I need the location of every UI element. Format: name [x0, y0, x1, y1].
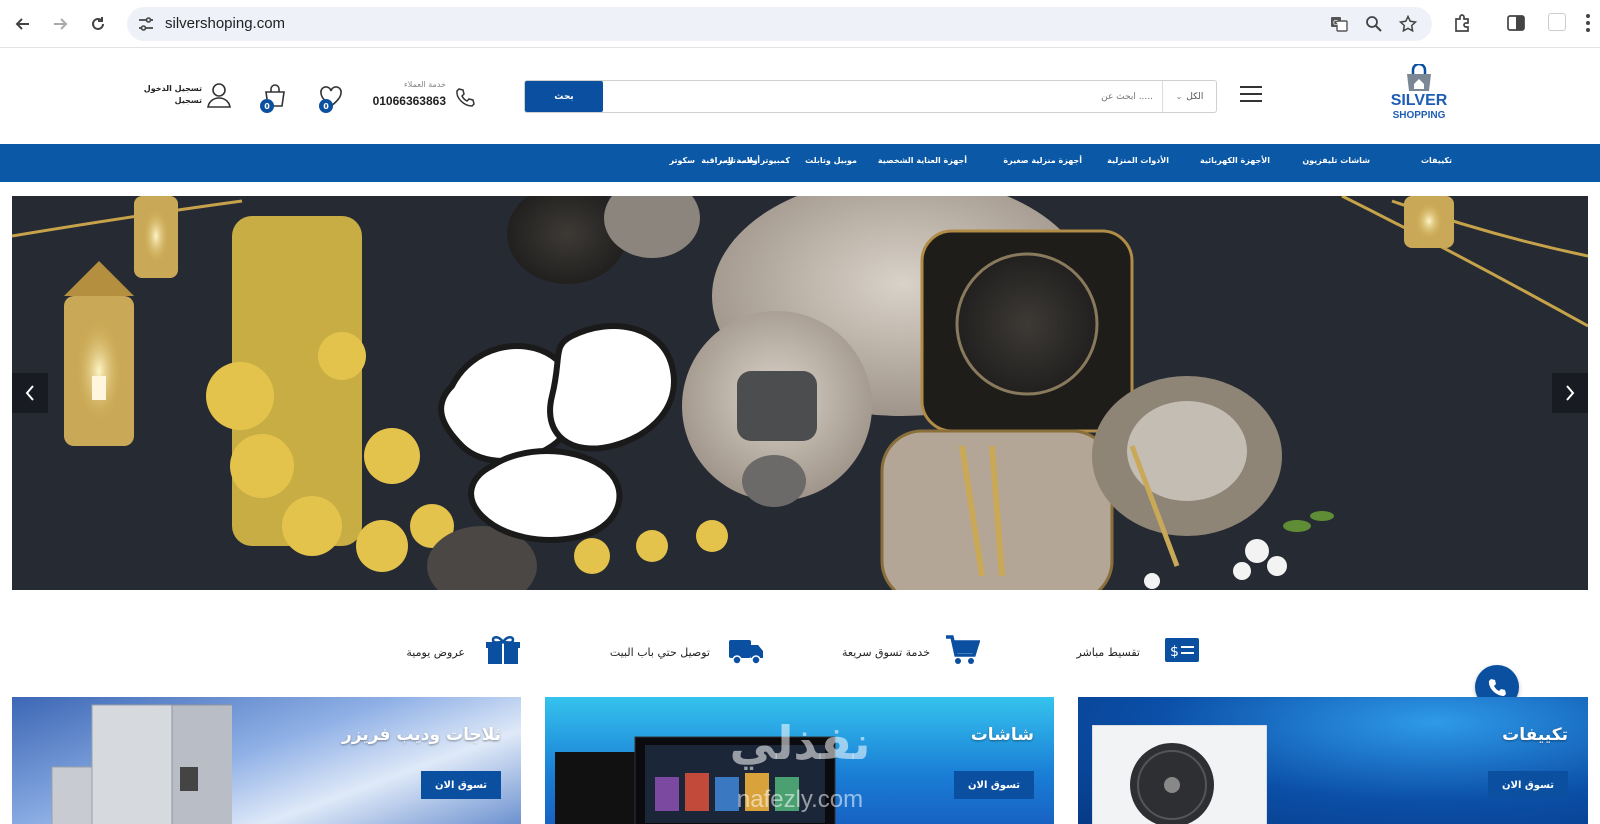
- category-link[interactable]: تكييفات: [1421, 156, 1452, 165]
- search-button[interactable]: بحث: [525, 81, 603, 112]
- hero-slider[interactable]: [12, 196, 1588, 590]
- feature-installments: تقسيط مباشر $: [1076, 630, 1200, 676]
- shopping-bag-logo-icon: [1407, 64, 1431, 91]
- search-input[interactable]: [603, 81, 1163, 112]
- customer-service-phone[interactable]: 01066363863: [373, 94, 446, 108]
- chevron-left-icon: [25, 385, 34, 401]
- site-logo[interactable]: SILVER SHOPPING: [1388, 64, 1450, 128]
- phone-icon: [1488, 679, 1506, 696]
- menu-hamburger-icon[interactable]: [1240, 86, 1262, 104]
- slider-prev-button[interactable]: [12, 373, 48, 413]
- lantern-right: [1404, 196, 1454, 248]
- television-image: [555, 736, 836, 824]
- login-link[interactable]: تسجيل الدخول: [144, 83, 202, 95]
- banner-tvs[interactable]: شاشات تسوق الان: [545, 697, 1054, 824]
- user-icon[interactable]: [206, 81, 232, 109]
- account-links: تسجيل الدخول تسجيل: [140, 81, 236, 111]
- bookmark-star-icon[interactable]: [1399, 15, 1417, 33]
- banner-refrigerators[interactable]: ثلاجات وديب فريزر تسوق الان: [12, 697, 521, 824]
- profile-avatar-icon[interactable]: [1548, 13, 1566, 31]
- back-icon[interactable]: [9, 10, 37, 38]
- search-category-select[interactable]: ⌄ الكل: [1162, 81, 1216, 112]
- category-link[interactable]: شاشات تليفزيون: [1302, 156, 1370, 165]
- address-bar[interactable]: silvershoping.com G: [127, 7, 1432, 41]
- browser-toolbar: silvershoping.com G: [0, 0, 1600, 48]
- banner-title: شاشات: [970, 725, 1034, 745]
- svg-text:G: G: [1333, 19, 1338, 27]
- zoom-icon[interactable]: [1365, 15, 1383, 33]
- category-link[interactable]: سكوتر: [669, 156, 695, 165]
- extensions-icon[interactable]: [1452, 12, 1474, 34]
- forward-icon[interactable]: [46, 10, 74, 38]
- feature-home-delivery: توصيل حتي باب البيت: [600, 630, 770, 676]
- banner-title: ثلاجات وديب فريزر: [342, 725, 501, 745]
- category-link[interactable]: الأجهزة الكهربائية: [1200, 156, 1270, 165]
- lantern-top: [134, 196, 178, 278]
- search-category-value: الكل: [1186, 91, 1204, 102]
- shopping-cart-icon: [946, 635, 980, 664]
- phone-icon: [456, 88, 475, 107]
- category-nav: تكييفات شاشات تليفزيون الأجهزة الكهربائي…: [0, 144, 1600, 182]
- delivery-truck-icon: [729, 640, 763, 665]
- site-settings-icon[interactable]: [137, 15, 155, 33]
- browser-menu-icon[interactable]: [1585, 12, 1591, 34]
- category-link[interactable]: أجهزة العناية الشخصية: [878, 156, 967, 165]
- shop-now-button[interactable]: تسوق الان: [420, 771, 501, 799]
- url-text[interactable]: silvershoping.com: [165, 15, 285, 32]
- category-link[interactable]: أنظمة المراقبة: [701, 156, 760, 165]
- cart-count-badge: 0: [260, 99, 274, 113]
- features-row: تقسيط مباشر $ خدمة تسوق سريعة توصيل حتي …: [0, 630, 1600, 676]
- side-panel-icon[interactable]: [1505, 12, 1527, 34]
- feature-fast-shopping: خدمة تسوق سريعة: [840, 630, 990, 676]
- banner-air-conditioners[interactable]: تكييفات تسوق الان: [1078, 697, 1588, 824]
- gift-icon: [486, 636, 520, 664]
- chevron-down-icon: ⌄: [1175, 92, 1183, 101]
- slider-next-button[interactable]: [1552, 373, 1588, 413]
- ramadan-banner-image: [12, 196, 1588, 590]
- shop-now-button[interactable]: تسوق الان: [1487, 771, 1568, 799]
- register-link[interactable]: تسجيل: [144, 95, 202, 107]
- category-link[interactable]: الأدوات المنزلية: [1107, 156, 1169, 165]
- wishlist-count-badge: 0: [319, 99, 333, 113]
- feature-daily-offers: عروض يومية: [395, 630, 525, 676]
- category-link[interactable]: أجهزة منزلية صغيرة: [1003, 156, 1082, 165]
- translate-icon[interactable]: G: [1330, 15, 1348, 33]
- banner-title: تكييفات: [1502, 725, 1568, 745]
- air-conditioner-image: [1092, 725, 1267, 824]
- site-header: SILVER SHOPPING بحث ⌄ الكل خدمة العملاء …: [0, 48, 1600, 144]
- customer-service-label: خدمة العملاء: [404, 80, 446, 89]
- shop-now-button[interactable]: تسوق الان: [953, 771, 1034, 799]
- search-bar: بحث ⌄ الكل: [524, 80, 1217, 113]
- svg-text:$: $: [1170, 644, 1179, 660]
- money-card-icon: $: [1165, 638, 1199, 662]
- chevron-right-icon: [1566, 385, 1575, 401]
- reload-icon[interactable]: [84, 10, 112, 38]
- lantern-left: [64, 261, 134, 446]
- customer-service[interactable]: خدمة العملاء 01066363863: [370, 80, 480, 112]
- refrigerator-image: [51, 704, 232, 824]
- category-link[interactable]: موبيل وتابلت: [805, 156, 857, 165]
